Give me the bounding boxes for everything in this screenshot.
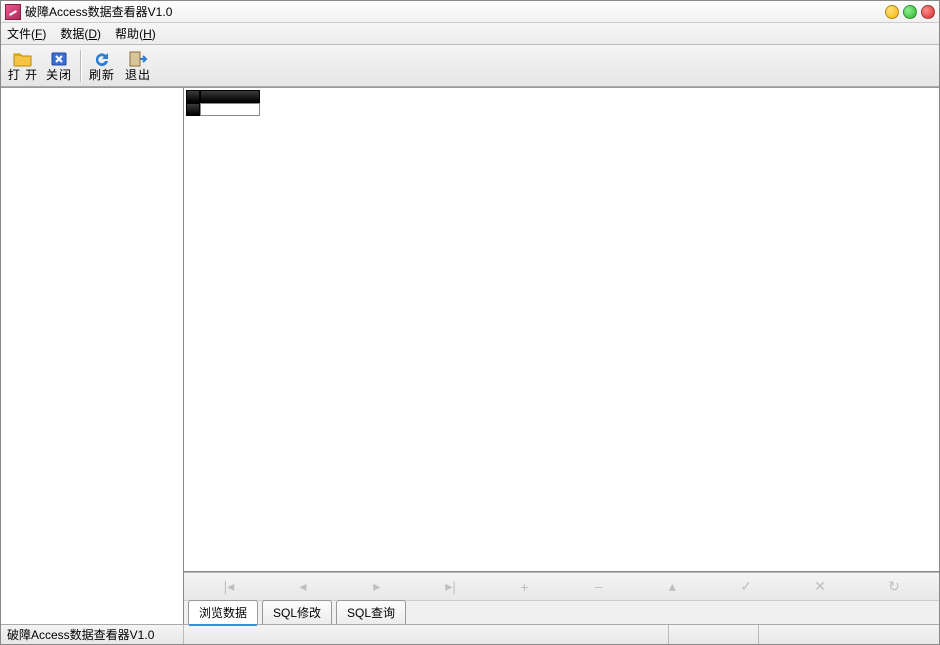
content-body: |◂ ◂ ▸ ▸| + − ▴ ✓ ✕ ↻ 浏览数据 SQL修改 SQL查询: [1, 87, 939, 624]
tree-panel[interactable]: [1, 88, 184, 624]
nav-last[interactable]: ▸|: [426, 578, 476, 595]
minimize-button[interactable]: [885, 5, 899, 19]
app-icon: [5, 4, 21, 20]
window-controls: [885, 5, 935, 19]
open-folder-icon: [13, 50, 33, 68]
nav-prev[interactable]: ◂: [278, 578, 328, 595]
grid-header-col[interactable]: [200, 90, 260, 103]
refresh-button[interactable]: 刷新: [84, 47, 120, 85]
tab-browse-data[interactable]: 浏览数据: [188, 600, 258, 624]
grid-cell[interactable]: [200, 103, 260, 116]
toolbar: 打 开 关闭 刷新 退出: [1, 45, 939, 87]
maximize-button[interactable]: [903, 5, 917, 19]
navigator-bar: |◂ ◂ ▸ ▸| + − ▴ ✓ ✕ ↻: [184, 572, 939, 600]
menubar: 文件(F) 数据(D) 帮助(H): [1, 23, 939, 45]
data-grid[interactable]: [184, 88, 939, 572]
nav-post[interactable]: ✓: [721, 578, 771, 595]
close-button[interactable]: [921, 5, 935, 19]
grid-corner[interactable]: [186, 90, 200, 103]
nav-cancel[interactable]: ✕: [795, 578, 845, 595]
status-cell-4: [759, 625, 939, 644]
tab-bar: 浏览数据 SQL修改 SQL查询: [184, 600, 939, 624]
grid-empty: [186, 90, 937, 116]
menu-help[interactable]: 帮助(H): [115, 25, 156, 42]
close-folder-icon: [49, 50, 69, 68]
statusbar: 破障Access数据查看器V1.0: [1, 624, 939, 644]
nav-add[interactable]: +: [500, 579, 550, 595]
menu-file[interactable]: 文件(F): [7, 25, 46, 42]
tab-sql-query[interactable]: SQL查询: [336, 600, 406, 624]
nav-edit[interactable]: ▴: [647, 578, 697, 595]
titlebar: 破障Access数据查看器V1.0: [1, 1, 939, 23]
main-panel: |◂ ◂ ▸ ▸| + − ▴ ✓ ✕ ↻ 浏览数据 SQL修改 SQL查询: [184, 88, 939, 624]
status-text: 破障Access数据查看器V1.0: [1, 625, 184, 644]
nav-next[interactable]: ▸: [352, 578, 402, 595]
status-cell-2: [184, 625, 669, 644]
exit-icon: [128, 50, 148, 68]
toolbar-separator: [80, 50, 81, 82]
close-file-button[interactable]: 关闭: [41, 47, 77, 85]
nav-remove[interactable]: −: [573, 579, 623, 595]
open-button[interactable]: 打 开: [5, 47, 41, 85]
menu-data[interactable]: 数据(D): [60, 25, 101, 42]
status-cell-3: [669, 625, 759, 644]
refresh-icon: [92, 50, 112, 68]
nav-refresh[interactable]: ↻: [869, 578, 919, 595]
window-title: 破障Access数据查看器V1.0: [25, 3, 885, 20]
grid-row-header[interactable]: [186, 103, 200, 116]
app-window: 破障Access数据查看器V1.0 文件(F) 数据(D) 帮助(H) 打 开 …: [0, 0, 940, 645]
nav-first[interactable]: |◂: [204, 578, 254, 595]
exit-button[interactable]: 退出: [120, 47, 156, 85]
tab-sql-edit[interactable]: SQL修改: [262, 600, 332, 624]
